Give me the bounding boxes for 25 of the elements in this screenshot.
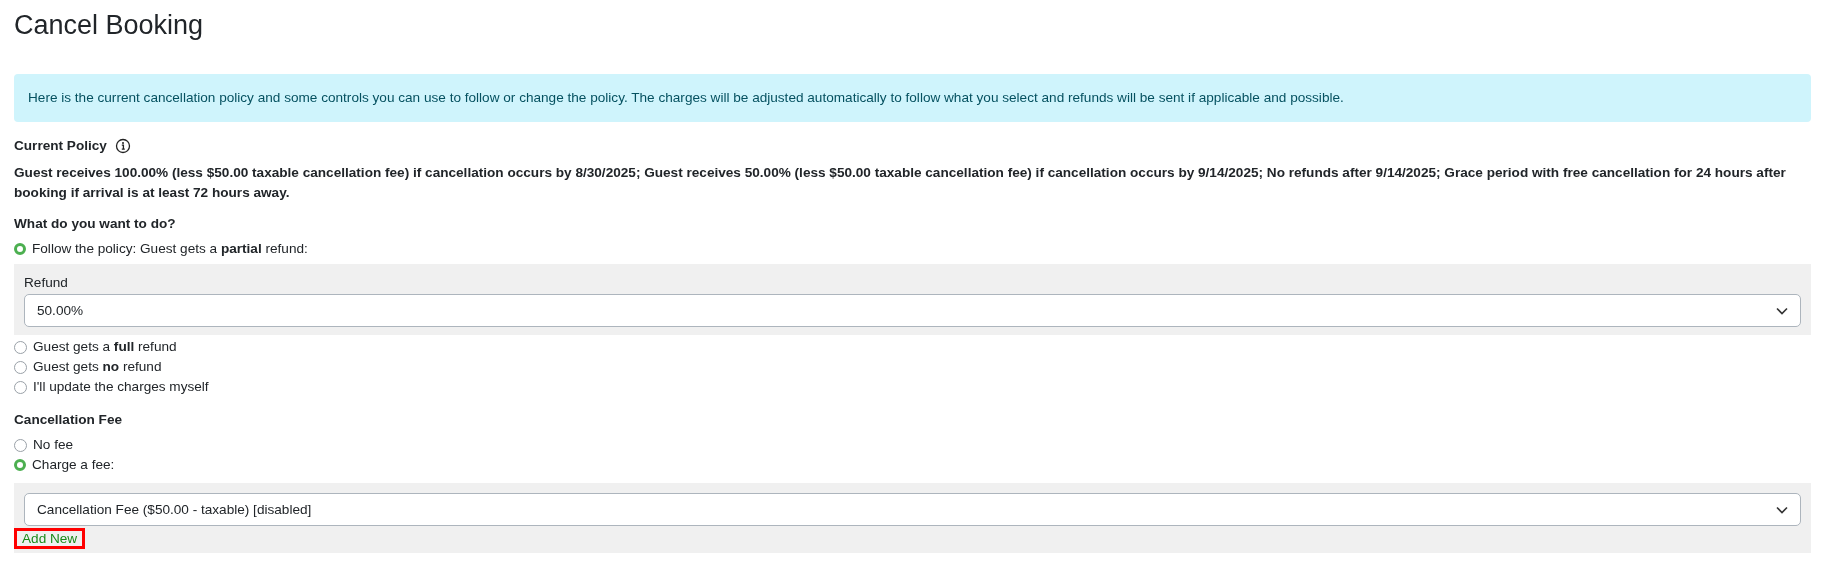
- radio-option[interactable]: Follow the policy: Guest gets a partial refund:: [14, 239, 308, 259]
- section-heading: Current Policy: [14, 137, 107, 155]
- radio-button[interactable]: [14, 380, 27, 394]
- dropdown-select[interactable]: 50.00%: [24, 294, 1801, 327]
- radio-button[interactable]: [14, 438, 27, 452]
- radio-button[interactable]: [14, 243, 26, 255]
- radio-button[interactable]: [14, 459, 26, 471]
- info-alert: Here is the current cancellation policy and some controls you can use to follow or change the policy. The charges will be adjusted automatically to follow what you select and refunds will be sent if applicable and possible.: [14, 74, 1811, 122]
- radio-option[interactable]: I'll update the charges myself: [14, 377, 209, 397]
- radio-option[interactable]: No fee: [14, 435, 74, 455]
- add-new-link[interactable]: Add New: [14, 528, 86, 549]
- radio-option[interactable]: Guest gets a full refund: [14, 337, 177, 357]
- radio-option[interactable]: Guest gets no refund: [14, 357, 162, 377]
- chevron-down-icon: [1776, 505, 1788, 514]
- policy-text: Guest receives 100.00% (less $50.00 taxable cancellation fee) if cancellation occurs by 8/30/2025; Guest receives 50.00% (less $50.00 taxable cancellation fee) if cancellation occurs by 9/14/2025; No refunds after 9/14/2025; Grace period with free cancellation for 24 hours after booking if arrival is at least 72 hours away.: [14, 164, 1787, 202]
- chevron-down-icon: [1776, 306, 1788, 315]
- info-icon[interactable]: [114, 138, 131, 154]
- field-label: Refund: [24, 274, 69, 292]
- radio-button[interactable]: [14, 340, 27, 354]
- section-heading: What do you want to do?: [14, 215, 177, 233]
- dropdown-select[interactable]: Cancellation Fee ($50.00 - taxable) [disabled]: [24, 493, 1801, 526]
- radio-button[interactable]: [14, 360, 27, 374]
- section-heading: Cancellation Fee: [14, 411, 124, 429]
- page-title: Cancel Booking: [14, 9, 205, 41]
- radio-option[interactable]: Charge a fee:: [14, 455, 115, 475]
